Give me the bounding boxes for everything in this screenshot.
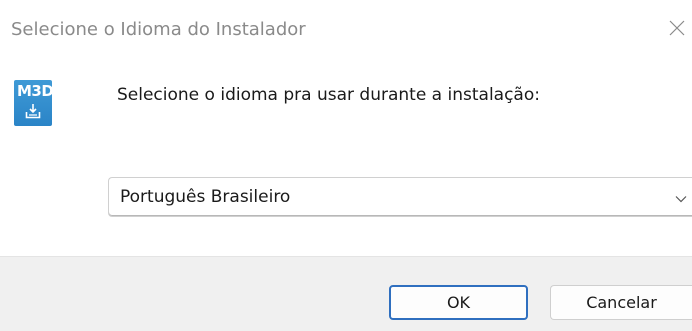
app-logo: M3D	[14, 80, 52, 126]
title-bar: Selecione o Idioma do Instalador	[0, 0, 692, 62]
language-prompt: Selecione o idioma pra usar durante a in…	[117, 85, 540, 105]
close-button[interactable]	[668, 8, 692, 52]
cancel-button[interactable]: Cancelar	[550, 285, 692, 320]
installer-language-dialog: Selecione o Idioma do Instalador M3D Sel…	[0, 0, 692, 331]
language-select-value: Português Brasileiro	[120, 187, 291, 207]
language-select[interactable]: Português Brasileiro	[108, 177, 692, 217]
chevron-down-icon	[674, 191, 688, 210]
app-logo-text: M3D	[17, 82, 52, 100]
window-title: Selecione o Idioma do Instalador	[11, 19, 306, 40]
ok-button[interactable]: OK	[389, 285, 528, 320]
dialog-content: M3D Selecione o idioma pra usar durante …	[0, 62, 692, 256]
button-bar: OK Cancelar	[0, 256, 692, 331]
close-icon	[668, 19, 686, 41]
